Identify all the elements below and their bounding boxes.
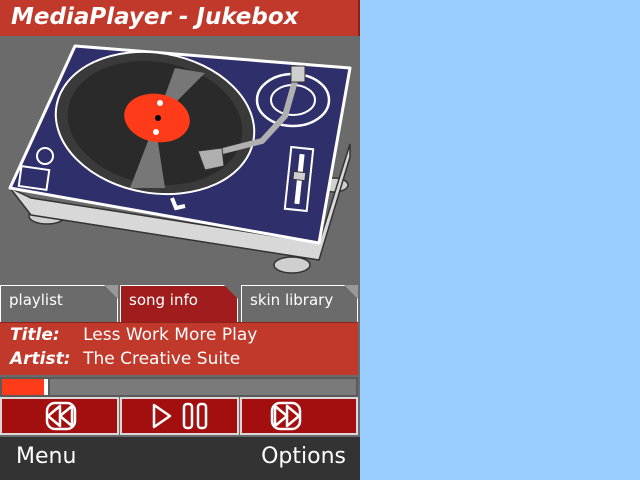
app-title: MediaPlayer - Jukebox [11, 4, 299, 30]
rewind-icon [45, 401, 77, 431]
softkey-bar: Menu Options [0, 437, 360, 480]
fast-forward-icon [270, 401, 302, 431]
artist-value: The Creative Suite [83, 349, 241, 369]
tab-skin-library-label: skin library [250, 291, 334, 309]
media-player-window: MediaPlayer - Jukebox playlist song info… [0, 0, 360, 480]
tab-song-info[interactable]: song info [120, 285, 238, 322]
tab-corner-fold [104, 285, 118, 299]
options-softkey[interactable]: Options [261, 444, 346, 469]
title-row: Title: Less Work More Play [10, 325, 257, 349]
progress-fill [2, 379, 48, 395]
title-value: Less Work More Play [83, 325, 258, 345]
progress-bar[interactable] [0, 377, 358, 397]
artist-row: Artist: The Creative Suite [10, 349, 240, 373]
title-bar: MediaPlayer - Jukebox [0, 0, 360, 36]
menu-softkey[interactable]: Menu [16, 444, 76, 469]
artist-label: Artist: [10, 349, 71, 369]
tab-corner-fold [224, 285, 238, 299]
title-label: Title: [10, 325, 60, 345]
tab-playlist[interactable]: playlist [0, 285, 118, 322]
tab-corner-fold [344, 285, 358, 299]
tab-skin-library[interactable]: skin library [241, 285, 358, 322]
tab-playlist-label: playlist [9, 291, 63, 309]
turntable-illustration [8, 44, 352, 274]
fast-forward-button[interactable] [240, 397, 358, 435]
play-pause-icon [152, 402, 208, 430]
rewind-button[interactable] [0, 397, 119, 435]
progress-remaining [50, 379, 356, 395]
play-pause-button[interactable] [120, 397, 239, 435]
album-art-area [0, 38, 358, 282]
tab-song-info-label: song info [129, 291, 198, 309]
song-info-panel: Title: Less Work More Play Artist: The C… [0, 322, 358, 375]
